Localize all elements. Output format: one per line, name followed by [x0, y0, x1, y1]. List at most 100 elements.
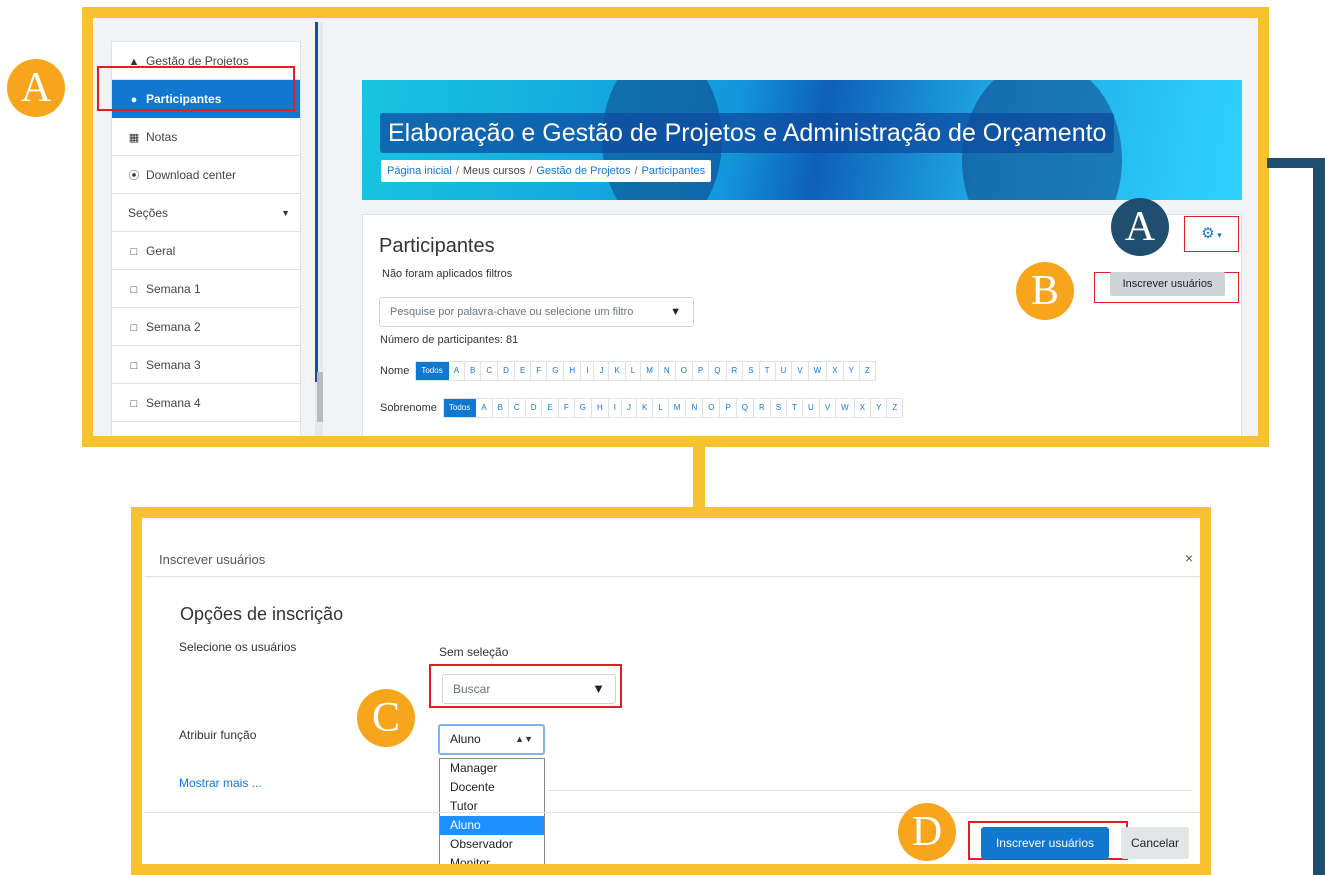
initial-letter-button[interactable]: U [776, 362, 793, 380]
last-name-label: Sobrenome [380, 402, 437, 414]
initial-letter-button[interactable]: L [653, 399, 669, 417]
initial-letter-button[interactable]: S [743, 362, 760, 380]
breadcrumb-link-participants[interactable]: Participantes [642, 165, 706, 177]
initial-letter-button[interactable]: Z [860, 362, 875, 380]
initial-letter-button[interactable]: X [827, 362, 844, 380]
cancel-button[interactable]: Cancelar [1121, 827, 1189, 859]
sidebar-item-week-3[interactable]: □ Semana 3 [112, 346, 300, 384]
page-title: Participantes [379, 235, 495, 257]
role-option[interactable]: Monitor [440, 854, 544, 864]
initial-letter-button[interactable]: T [787, 399, 804, 417]
initial-letter-button[interactable]: A [476, 399, 493, 417]
participant-filter-select[interactable]: Pesquise por palavra-chave ou selecione … [379, 297, 694, 327]
download-circle-icon: ⦿ [128, 170, 140, 182]
role-option-selected[interactable]: Aluno [440, 816, 544, 835]
initial-letter-button[interactable]: F [559, 399, 575, 417]
updown-arrows-icon: ▲▼ [515, 734, 533, 744]
first-name-label: Nome [380, 365, 410, 377]
initial-letter-button[interactable]: R [754, 399, 771, 417]
initial-letter-button[interactable]: X [855, 399, 872, 417]
step-badge-a-gear: A [1111, 198, 1169, 256]
initial-letter-button[interactable]: N [659, 362, 676, 380]
breadcrumb: Página inicial / Meus cursos / Gestão de Pro… [381, 160, 712, 182]
initial-letter-button[interactable]: C [481, 362, 499, 380]
initial-letter-button[interactable]: E [515, 362, 532, 380]
user-search-select[interactable]: Buscar ▼ [442, 674, 616, 704]
search-placeholder: Buscar [453, 682, 491, 696]
initial-letter-button[interactable]: P [693, 362, 710, 380]
course-actions-menu[interactable]: ⚙ ▾ [1184, 216, 1239, 252]
initial-letter-button[interactable]: L [626, 362, 642, 380]
initial-letter-button[interactable]: E [542, 399, 559, 417]
initial-letter-button[interactable]: Z [887, 399, 902, 417]
initial-letter-button[interactable]: Q [737, 399, 755, 417]
initial-letter-button[interactable]: J [622, 399, 637, 417]
sidebar-item-week-1[interactable]: □ Semana 1 [112, 270, 300, 308]
enroll-users-dialog-screenshot: Inscrever usuários × Opções de inscrição… [131, 507, 1211, 875]
first-name-initials-bar: Nome Todos ABCDEFGHIJKLMNOPQRSTUVWXYZ [380, 361, 876, 381]
initial-letter-button[interactable]: N [686, 399, 704, 417]
role-option[interactable]: Manager [440, 759, 544, 778]
selection-status: Sem seleção [439, 645, 509, 659]
breadcrumb-link-course[interactable]: Gestão de Projetos [536, 165, 630, 177]
initial-all-button[interactable]: Todos [443, 399, 477, 417]
role-option[interactable]: Docente [440, 778, 544, 797]
initial-all-button[interactable]: Todos [416, 362, 449, 380]
initial-letter-button[interactable]: O [676, 362, 693, 380]
initial-letter-button[interactable]: Q [709, 362, 727, 380]
initial-letter-button[interactable]: U [803, 399, 820, 417]
sidebar-item-download-center[interactable]: ⦿ Download center [112, 156, 300, 194]
initial-letter-button[interactable]: T [760, 362, 776, 380]
caret-down-icon: ▼ [670, 306, 681, 318]
caret-down-icon: ▼ [592, 681, 605, 696]
sidebar-item-week-2[interactable]: □ Semana 2 [112, 308, 300, 346]
initial-letter-button[interactable]: V [820, 399, 837, 417]
initial-letter-button[interactable]: D [498, 362, 515, 380]
initial-letter-button[interactable]: O [703, 399, 721, 417]
role-option[interactable]: Observador [440, 835, 544, 854]
initial-letter-button[interactable]: B [493, 399, 509, 417]
initial-letter-button[interactable]: V [792, 362, 809, 380]
initial-letter-button[interactable]: I [581, 362, 595, 380]
sidebar-item-grades[interactable]: ▦ Notas [112, 118, 300, 156]
initial-letter-button[interactable]: K [637, 399, 654, 417]
sidebar-item-sections[interactable]: Seções ▼ [112, 194, 300, 232]
initial-letter-button[interactable]: M [669, 399, 687, 417]
role-select[interactable]: Aluno ▲▼ [438, 724, 545, 755]
initial-letter-button[interactable]: H [592, 399, 609, 417]
enroll-users-button[interactable]: Inscrever usuários [1110, 272, 1225, 296]
initial-letter-button[interactable]: Y [871, 399, 888, 417]
enroll-users-submit-button[interactable]: Inscrever usuários [981, 827, 1109, 859]
breadcrumb-my-courses: Meus cursos [462, 165, 526, 177]
show-more-link[interactable]: Mostrar mais ... [179, 776, 262, 790]
initial-letter-button[interactable]: R [727, 362, 744, 380]
initial-letter-button[interactable]: M [641, 362, 659, 380]
initial-letter-button[interactable]: W [836, 399, 855, 417]
close-icon[interactable]: × [1185, 550, 1193, 566]
initial-letter-button[interactable]: A [449, 362, 466, 380]
initial-letter-button[interactable]: J [594, 362, 610, 380]
initial-letter-button[interactable]: D [526, 399, 543, 417]
initial-letter-button[interactable]: B [465, 362, 482, 380]
initial-letter-button[interactable]: C [509, 399, 526, 417]
sidebar-item-label: Geral [146, 244, 176, 258]
initial-letter-button[interactable]: P [720, 399, 737, 417]
initial-letter-button[interactable]: S [771, 399, 788, 417]
folder-icon: □ [130, 398, 138, 410]
initial-letter-button[interactable]: Y [844, 362, 860, 380]
sidebar-item-label: Notas [146, 130, 178, 144]
sidebar-item-week-4[interactable]: □ Semana 4 [112, 384, 300, 422]
folder-icon: □ [130, 284, 138, 296]
initial-letter-button[interactable]: H [564, 362, 582, 380]
sidebar-scrollbar-thumb[interactable] [317, 372, 323, 422]
step-badge-a-sidebar: A [7, 59, 65, 117]
initial-letter-button[interactable]: W [809, 362, 828, 380]
initial-letter-button[interactable]: I [609, 399, 622, 417]
sidebar-item-general[interactable]: □ Geral [112, 232, 300, 270]
breadcrumb-link-home[interactable]: Página inicial [387, 165, 452, 177]
initial-letter-button[interactable]: K [609, 362, 626, 380]
initial-letter-button[interactable]: G [547, 362, 565, 380]
initial-letter-button[interactable]: F [531, 362, 548, 380]
initial-letter-button[interactable]: G [575, 399, 592, 417]
role-option[interactable]: Tutor [440, 797, 544, 816]
